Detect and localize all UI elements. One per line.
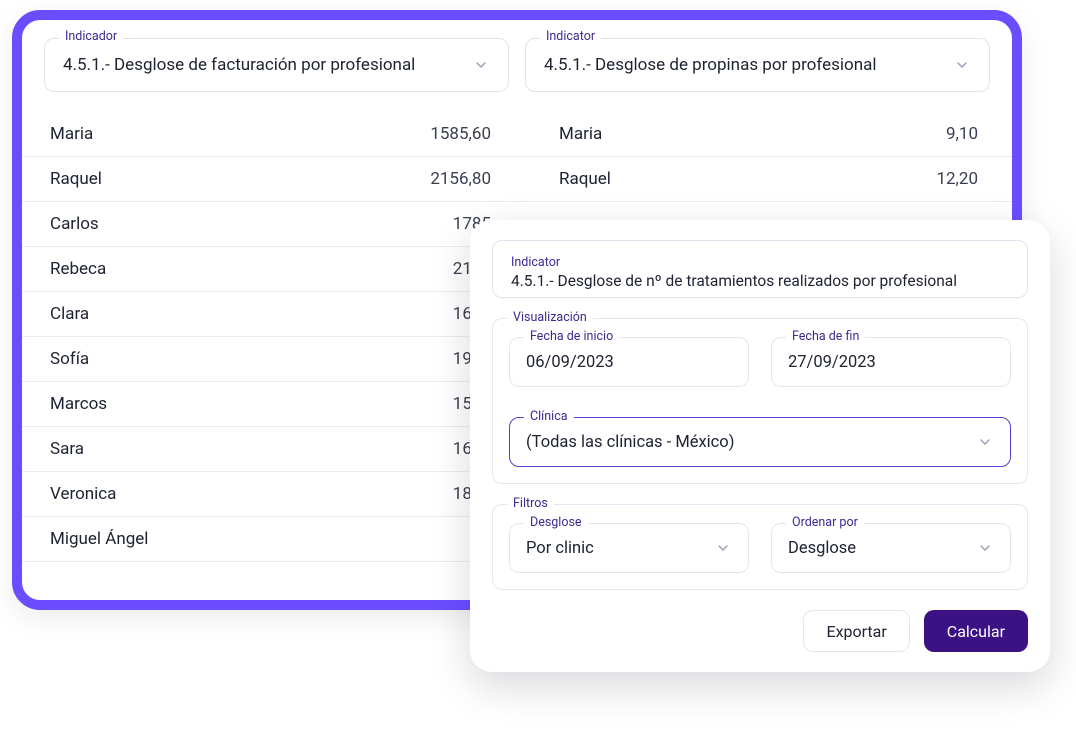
filters-group-legend: Filtros <box>507 496 554 511</box>
table-row: Rebeca2153 <box>22 247 519 292</box>
breakdown-select[interactable]: Desglose Por clinic <box>509 523 749 573</box>
table-row: Maria 1585,60 <box>22 112 519 157</box>
indicator-select-left-value: 4.5.1.- Desglose de facturación por prof… <box>63 55 415 75</box>
breakdown-select-value: Por clinic <box>526 539 594 558</box>
visualization-group: Visualización Fecha de inicio 06/09/2023… <box>492 318 1028 484</box>
row-name: Miguel Ángel <box>50 529 148 549</box>
right-column: Indicator 4.5.1.- Desglose de propinas p… <box>525 38 990 92</box>
row-name: Rebeca <box>50 259 106 279</box>
row-name: Maria <box>50 124 93 144</box>
chevron-down-icon <box>974 537 996 559</box>
date-from-label: Fecha de inicio <box>524 329 619 344</box>
row-value: 9,10 <box>946 124 978 144</box>
row-name: Sara <box>50 439 84 459</box>
table-row: Miguel Ángel21 <box>22 517 519 562</box>
config-panel: Indicator 4.5.1.- Desglose de nº de trat… <box>470 220 1050 672</box>
sort-select[interactable]: Ordenar por Desglose <box>771 523 1011 573</box>
row-name: Marcos <box>50 394 107 414</box>
date-to-value: 27/09/2023 <box>788 353 876 372</box>
row-value: 1585,60 <box>430 124 491 144</box>
sort-select-value: Desglose <box>788 539 856 558</box>
chevron-down-icon <box>712 537 734 559</box>
billing-table: Maria1585,60Raquel2156,80Carlos1785Rebec… <box>22 112 519 562</box>
chevron-down-icon <box>951 54 973 76</box>
row-name: Raquel <box>559 169 611 189</box>
date-to-input[interactable]: Fecha de fin 27/09/2023 <box>771 337 1011 387</box>
actions-bar: Exportar Calcular <box>492 610 1028 652</box>
row-name: Raquel <box>50 169 102 189</box>
indicator-select-front-value: 4.5.1.- Desglose de nº de tratamientos r… <box>511 272 1011 290</box>
export-button[interactable]: Exportar <box>803 610 909 652</box>
table-row: Clara1687 <box>22 292 519 337</box>
filters-group: Filtros Desglose Por clinic Ordenar por … <box>492 504 1028 590</box>
sort-select-label: Ordenar por <box>786 515 864 530</box>
date-from-input[interactable]: Fecha de inicio 06/09/2023 <box>509 337 749 387</box>
indicator-select-right-value: 4.5.1.- Desglose de propinas por profesi… <box>544 55 876 75</box>
table-row: Veronica1843 <box>22 472 519 517</box>
tips-table: Maria 9,10 Raquel 12,20 <box>519 112 1012 202</box>
row-name: Sofía <box>50 349 89 369</box>
visualization-group-legend: Visualización <box>507 310 593 325</box>
left-column: Indicador 4.5.1.- Desglose de facturació… <box>44 38 509 92</box>
chevron-down-icon <box>470 54 492 76</box>
indicator-select-right[interactable]: Indicator 4.5.1.- Desglose de propinas p… <box>525 38 990 92</box>
row-value: 12,20 <box>936 169 978 189</box>
table-row: Maria 9,10 <box>519 112 1012 157</box>
table-row: Sara1654 <box>22 427 519 472</box>
row-value: 2156,80 <box>430 169 491 189</box>
clinic-select-label: Clínica <box>524 409 574 424</box>
date-from-value: 06/09/2023 <box>526 353 614 372</box>
row-name: Veronica <box>50 484 116 504</box>
row-name: Carlos <box>50 214 99 234</box>
clinic-select[interactable]: Clínica (Todas las clínicas - México) <box>509 417 1011 467</box>
indicator-select-front[interactable]: Indicator 4.5.1.- Desglose de nº de trat… <box>492 240 1028 298</box>
clinic-select-value: (Todas las clínicas - México) <box>526 433 734 452</box>
table-row: Raquel 12,20 <box>519 157 1012 202</box>
indicator-select-right-legend: Indicator <box>540 30 601 44</box>
chevron-down-icon <box>974 431 996 453</box>
row-name: Clara <box>50 304 89 324</box>
indicator-select-left[interactable]: Indicador 4.5.1.- Desglose de facturació… <box>44 38 509 92</box>
table-row: Carlos1785 <box>22 202 519 247</box>
breakdown-select-label: Desglose <box>524 515 588 530</box>
table-row: Marcos1532 <box>22 382 519 427</box>
table-row: Raquel 2156,80 <box>22 157 519 202</box>
indicator-select-left-legend: Indicador <box>59 30 123 44</box>
table-row: Sofía1952 <box>22 337 519 382</box>
date-to-label: Fecha de fin <box>786 329 865 344</box>
row-name: Maria <box>559 124 602 144</box>
indicator-select-front-legend: Indicator <box>511 255 1011 270</box>
calculate-button[interactable]: Calcular <box>924 610 1028 652</box>
